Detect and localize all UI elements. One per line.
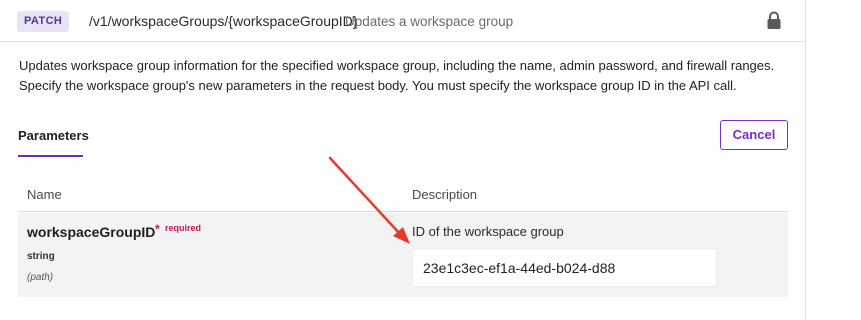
table-row: workspaceGroupID * required string (path…: [18, 213, 788, 297]
operation-panel: PATCH /v1/workspaceGroups/{workspaceGrou…: [0, 0, 806, 320]
required-label: required: [165, 223, 202, 233]
parameters-table: Name Description workspaceGroupID * requ…: [18, 176, 788, 297]
http-method-badge: PATCH: [17, 11, 70, 32]
tab-active-indicator: [18, 155, 83, 157]
column-header-name: Name: [27, 187, 62, 202]
endpoint-path: /v1/workspaceGroups/{workspaceGroupID}: [89, 13, 358, 29]
column-header-description: Description: [412, 187, 478, 202]
parameter-type: string: [27, 251, 55, 262]
required-asterisk: *: [155, 222, 160, 236]
operation-description: Updates workspace group information for …: [19, 58, 775, 93]
lock-icon[interactable]: [766, 11, 782, 30]
parameter-location: (path): [27, 272, 54, 283]
parameter-description: ID of the workspace group: [412, 224, 564, 239]
workspace-group-id-input[interactable]: [412, 248, 717, 287]
operation-summary: Updates a workspace group: [345, 14, 514, 29]
table-header: Name Description: [18, 176, 788, 212]
parameter-name: workspaceGroupID: [27, 224, 156, 240]
tab-parameters[interactable]: Parameters: [18, 128, 89, 144]
cancel-button[interactable]: Cancel: [720, 120, 788, 150]
operation-header[interactable]: PATCH /v1/workspaceGroups/{workspaceGrou…: [0, 0, 806, 42]
